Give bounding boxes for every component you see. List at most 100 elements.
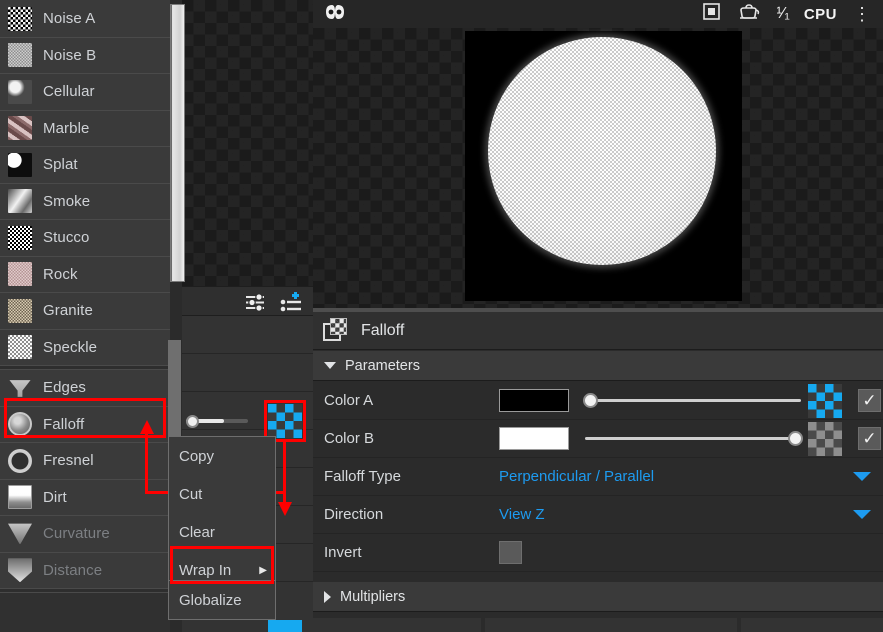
region-render-icon[interactable] [703,3,720,25]
chevron-down-icon [324,362,336,369]
render-region [465,31,742,301]
filter-sliders-icon[interactable] [244,293,266,317]
splat-thumb-icon [8,153,32,177]
sidebar-footer [0,593,170,632]
texture-library-sidebar[interactable]: Noise A Noise B Cellular Marble Splat Sm… [0,0,170,632]
properties-toolbar[interactable]: ¹⁄₁ CPU ⋮ [313,0,883,28]
library-item-label: Cellular [43,83,95,100]
parameters-rows: Color A ✓ Color B ✓ [313,382,883,572]
library-item-label: Falloff [43,416,84,433]
library-item-label: Speckle [43,339,97,356]
node-row[interactable] [182,316,313,354]
param-row-falloff-type[interactable]: Falloff Type Perpendicular / Parallel [313,458,883,496]
chevron-right-icon [324,591,331,603]
noise-b-thumb-icon [8,43,32,67]
distance-thumb-icon [8,558,32,582]
teapot-icon[interactable] [738,3,760,25]
color-a-enable-checkbox[interactable]: ✓ [858,389,881,412]
node-row[interactable] [182,354,313,392]
granite-thumb-icon [8,299,32,323]
library-item-label: Edges [43,379,86,396]
add-item-icon[interactable] [280,291,303,318]
annotation-arrowhead-down [277,500,293,516]
color-b-swatch[interactable] [499,427,569,450]
param-row-color-b[interactable]: Color B ✓ [313,420,883,458]
properties-panel[interactable]: ¹⁄₁ CPU ⋮ Falloff Parameters Color [313,0,883,632]
context-menu-label: Globalize [179,592,242,609]
context-menu[interactable]: Copy Cut Clear Wrap In ▶ [168,436,276,591]
node-editor-toolbar[interactable] [182,286,313,316]
context-menu-label: Wrap In [179,562,231,579]
sphere-preview [488,37,716,265]
node-map-swatch-bottom[interactable] [268,620,302,632]
library-item-label: Marble [43,120,89,137]
fresnel-thumb-icon [8,449,32,473]
app-logo-icon [323,3,347,26]
falloff-type-value[interactable]: Perpendicular / Parallel [499,468,654,485]
context-menu-secondary[interactable]: Globalize [168,580,276,620]
param-row-direction[interactable]: Direction View Z [313,496,883,534]
library-item-noise-a[interactable]: Noise A [0,1,170,38]
node-title: Falloff [361,322,404,340]
chevron-down-icon[interactable] [853,472,871,481]
direction-value[interactable]: View Z [499,506,545,523]
color-b-map-button[interactable] [808,422,842,456]
invert-checkbox[interactable] [499,541,522,564]
library-item-smoke[interactable]: Smoke [0,184,170,221]
library-item-edges[interactable]: Edges [0,370,170,407]
library-item-rock[interactable]: Rock [0,257,170,294]
multipliers-section-header[interactable]: Multipliers [313,582,883,612]
library-item-granite[interactable]: Granite [0,293,170,330]
submenu-arrow-icon: ▶ [259,565,267,576]
library-item-noise-b[interactable]: Noise B [0,38,170,75]
speckle-thumb-icon [8,335,32,359]
node-thumbnail-icon [323,318,349,344]
param-label: Falloff Type [313,468,499,485]
library-item-marble[interactable]: Marble [0,111,170,148]
smoke-thumb-icon [8,189,32,213]
annotation-arrowhead-up [139,420,155,436]
parameters-section-header[interactable]: Parameters [313,351,883,381]
parameters-section-label: Parameters [345,358,420,374]
material-preview-viewport[interactable] [313,28,883,308]
edges-thumb-icon [8,376,32,400]
library-item-label: Granite [43,302,93,319]
library-item-speckle[interactable]: Speckle [0,330,170,367]
library-item-stucco[interactable]: Stucco [0,220,170,257]
chevron-down-icon[interactable] [853,510,871,519]
param-row-color-a[interactable]: Color A ✓ [313,382,883,420]
cellular-thumb-icon [8,80,32,104]
color-b-slider[interactable] [585,437,801,440]
library-item-distance[interactable]: Distance [0,553,170,590]
param-row-invert[interactable]: Invert [313,534,883,572]
context-menu-item-globalize[interactable]: Globalize [169,581,275,619]
context-menu-item-copy[interactable]: Copy [169,437,275,475]
color-a-swatch[interactable] [499,389,569,412]
library-item-cellular[interactable]: Cellular [0,74,170,111]
annotation-arrow-shaft-v [145,432,148,494]
color-b-enable-checkbox[interactable]: ✓ [858,427,881,450]
sampling-ratio-label[interactable]: ¹⁄₁ [776,5,789,23]
overflow-menu-icon[interactable]: ⋮ [853,5,871,23]
dirt-thumb-icon [8,485,32,509]
library-item-label: Fresnel [43,452,94,469]
node-editor-checker-background [182,0,313,286]
library-item-label: Rock [43,266,78,283]
param-label: Color B [313,430,499,447]
library-item-label: Noise A [43,10,95,27]
node-editor-slider-knob[interactable] [186,415,199,428]
context-menu-label: Cut [179,486,202,503]
library-item-splat[interactable]: Splat [0,147,170,184]
color-b-slider-knob[interactable] [788,431,803,446]
color-a-slider[interactable] [585,399,801,402]
cpu-mode-label[interactable]: CPU [804,6,837,23]
library-item-label: Splat [43,156,78,173]
color-a-slider-knob[interactable] [583,393,598,408]
context-menu-item-clear[interactable]: Clear [169,513,275,551]
color-a-map-button[interactable] [808,384,842,418]
context-menu-item-cut[interactable]: Cut [169,475,275,513]
annotation-arrow2-shaft [283,440,286,505]
context-menu-label: Clear [179,524,215,541]
library-item-curvature[interactable]: Curvature [0,516,170,553]
param-label: Direction [313,506,499,523]
